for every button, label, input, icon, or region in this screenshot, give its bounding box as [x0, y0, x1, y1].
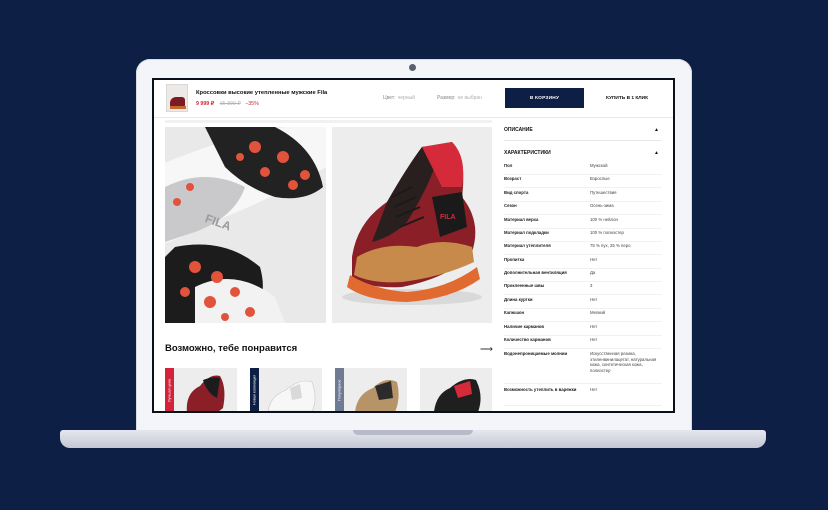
- characteristic-value: 3: [590, 283, 593, 288]
- laptop-screen: Кроссовки высокие утепленные мужские Fil…: [152, 78, 675, 413]
- characteristic-key: Проклеенные швы: [504, 283, 545, 288]
- characteristic-value: 100 % нейлон: [590, 217, 618, 222]
- product-thumbnail[interactable]: [166, 84, 188, 112]
- characteristics-panel: ОПИСАНИЕ ▲ ХАРАКТЕРИСТИКИ ▲ Пол Мужской Во…: [492, 118, 673, 411]
- characteristic-key: Пропитка: [504, 257, 525, 262]
- color-selector[interactable]: Цвет: черный: [383, 95, 415, 101]
- discount-badge: −35%: [245, 101, 259, 107]
- recommendation-card[interactable]: Новая коллекция: [250, 368, 322, 411]
- gallery-divider: [165, 120, 492, 123]
- characteristic-row: Пол Мужской: [504, 162, 662, 175]
- characteristic-key: Наличие карманов: [504, 324, 545, 329]
- current-price: 9 999 ₽: [196, 101, 215, 107]
- recommendation-card[interactable]: Популярное: [335, 368, 407, 411]
- characteristic-value: Мужской: [590, 163, 608, 168]
- card-tag: Новая коллекция: [250, 368, 259, 411]
- characteristic-key: Материал верха: [504, 217, 539, 222]
- characteristic-value: Нет: [590, 297, 598, 302]
- shoe-sole-icon: [170, 106, 186, 109]
- characteristic-key: Материал утеплителя: [504, 243, 551, 248]
- characteristic-row: Водонепроницаемые молнии Искусственная ре…: [504, 350, 662, 384]
- size-value: не выбран: [457, 95, 482, 101]
- color-label: Цвет:: [383, 95, 396, 101]
- characteristic-value: Нет: [590, 337, 598, 342]
- characteristic-row: Длина куртки Нет: [504, 296, 662, 309]
- characteristic-key: Возможность утеплить в варежки: [504, 387, 577, 392]
- characteristic-key: Водонепроницаемые молнии: [504, 351, 568, 356]
- characteristic-value: Нет: [590, 324, 598, 329]
- characteristic-value: 100 % полиэстер: [590, 230, 624, 235]
- characteristic-row: Проклеенные швы 3: [504, 282, 662, 295]
- characteristic-key: Пол: [504, 163, 513, 168]
- characteristic-key: Количество карманов: [504, 337, 551, 342]
- characteristic-value: Осень-зима: [590, 203, 614, 208]
- recommendation-card[interactable]: Лучшая цена: [165, 368, 237, 411]
- svg-text:FILA: FILA: [440, 214, 456, 221]
- size-selector[interactable]: Размер: не выбран: [437, 95, 482, 101]
- characteristic-key: Вид спорта: [504, 190, 529, 195]
- product-photo-sole[interactable]: FILA: [165, 127, 326, 323]
- characteristic-value: Путешествия: [590, 190, 617, 195]
- characteristic-row: Капюшон Мелкий: [504, 309, 662, 322]
- laptop-notch: [353, 430, 473, 435]
- characteristic-value: Да: [590, 270, 596, 275]
- next-arrow-icon[interactable]: ⟶: [480, 344, 493, 355]
- color-value: черный: [397, 95, 415, 101]
- characteristic-row: Дополнительная вентиляция Да: [504, 269, 662, 282]
- caret-up-icon[interactable]: ▲: [654, 150, 659, 156]
- characteristic-value: Взрослые: [590, 176, 610, 181]
- price-row: 9 999 ₽ 15 399 ₽ −35%: [196, 101, 259, 107]
- characteristic-row: Возраст Взрослые: [504, 175, 662, 188]
- characteristic-row: Наличие карманов Нет: [504, 323, 662, 336]
- card-tag: Популярное: [335, 368, 344, 411]
- characteristic-key: Капюшон: [504, 310, 525, 315]
- characteristics-toggle[interactable]: ХАРАКТЕРИСТИКИ: [504, 150, 551, 156]
- characteristic-value: Искусственная резина, этиленвинилацетат,…: [590, 351, 657, 373]
- divider: [504, 140, 662, 141]
- characteristic-row: Вид спорта Путешествия: [504, 189, 662, 202]
- shoe-image: [267, 380, 316, 411]
- shoe-image: [434, 379, 481, 411]
- characteristic-row: Материал утеплителя 75 % пух, 25 % перо: [504, 242, 662, 255]
- buy-one-click-button[interactable]: КУПИТЬ В 1 КЛИК: [587, 88, 667, 108]
- shoe-side-image: FILA: [332, 127, 492, 323]
- characteristic-row: Возможность утеплить в варежки Нет: [504, 386, 662, 406]
- product-header: Кроссовки высокие утепленные мужские Fil…: [154, 80, 673, 118]
- recommendations-title: Возможно, тебе понравится: [165, 343, 298, 354]
- characteristic-key: Материал подкладки: [504, 230, 549, 235]
- size-label: Размер:: [437, 95, 456, 101]
- characteristic-row: Сезон Осень-зима: [504, 202, 662, 215]
- product-title: Кроссовки высокие утепленные мужские Fil…: [196, 90, 328, 96]
- shoe-image: [355, 380, 399, 411]
- characteristic-key: Дополнительная вентиляция: [504, 270, 567, 275]
- characteristic-key: Длина куртки: [504, 297, 533, 302]
- old-price: 15 399 ₽: [219, 101, 241, 107]
- characteristic-key: Сезон: [504, 203, 517, 208]
- card-tag: Лучшая цена: [165, 368, 174, 411]
- description-toggle[interactable]: ОПИСАНИЕ: [504, 127, 533, 133]
- characteristic-value: 75 % пух, 25 % перо: [590, 243, 631, 248]
- characteristic-row: Пропитка Нет: [504, 256, 662, 269]
- product-photo-side[interactable]: FILA: [332, 127, 492, 323]
- shoe-sole-image: FILA: [165, 127, 326, 323]
- laptop-lid: Кроссовки высокие утепленные мужские Fil…: [136, 59, 692, 433]
- characteristic-value: Мелкий: [590, 310, 606, 315]
- add-to-cart-button[interactable]: В КОРЗИНУ: [505, 88, 584, 108]
- recommendation-card[interactable]: [420, 368, 492, 411]
- characteristic-key: Возраст: [504, 176, 522, 181]
- webcam-icon: [409, 64, 416, 71]
- characteristic-row: Материал верха 100 % нейлон: [504, 216, 662, 229]
- characteristic-row: Количество карманов Нет: [504, 336, 662, 349]
- characteristic-value: Нет: [590, 387, 598, 392]
- characteristic-row: Материал подкладки 100 % полиэстер: [504, 229, 662, 242]
- caret-up-icon[interactable]: ▲: [654, 127, 659, 133]
- shoe-image: [186, 375, 225, 411]
- characteristic-value: Нет: [590, 257, 598, 262]
